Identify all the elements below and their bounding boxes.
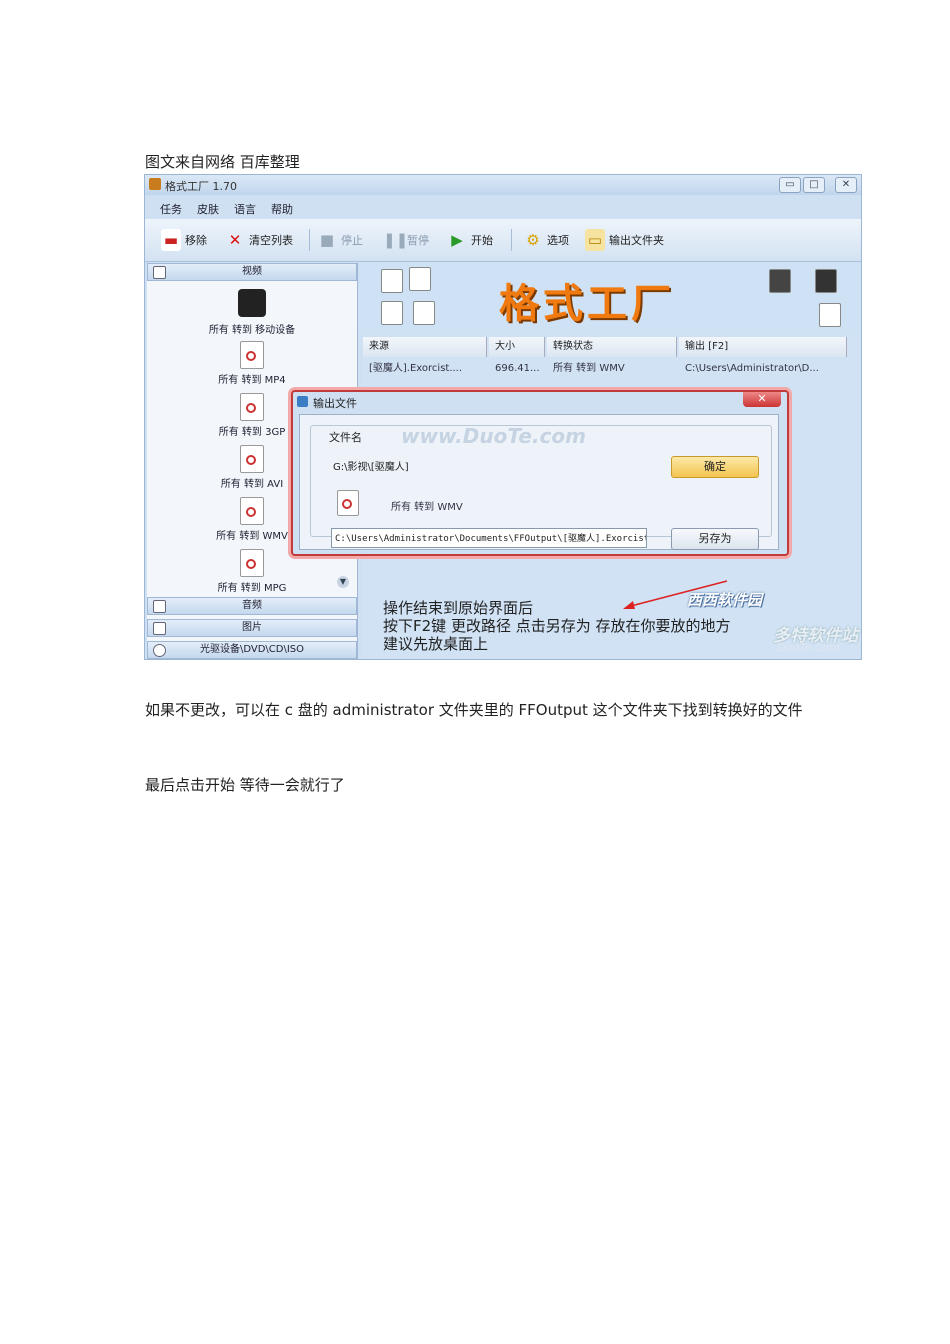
- 3gp-file-icon: [240, 393, 264, 421]
- to-mp4-item[interactable]: 所有 转到 MP4: [187, 341, 317, 386]
- wmv-badge-icon: [413, 301, 435, 325]
- wmv-file-icon: [240, 497, 264, 525]
- output-folder-button[interactable]: ▭ 输出文件夹: [585, 227, 664, 253]
- group-label: 文件名: [327, 429, 364, 445]
- instruction-line: 建议先放桌面上: [383, 635, 489, 653]
- instructions: 操作结束到原始界面后 按下F2键 更改路径 点击另存为 存放在你要放的地方 建议…: [383, 599, 730, 653]
- instruction-line: 按下F2键 更改路径 点击另存为 存放在你要放的地方: [383, 617, 731, 635]
- dialog-body: 文件名 www.DuoTe.com G:\影视\[驱魔人] 所有 转到 WMV …: [299, 414, 779, 550]
- pause-icon: ❚❚: [383, 231, 409, 249]
- output-path-field[interactable]: C:\Users\Administrator\Documents\FFOutpu…: [331, 528, 647, 548]
- window-titlebar: 格式工厂 1.70 ▭ □ ✕: [145, 175, 861, 195]
- paragraph-output-location: 如果不更改，可以在 c 盘的 administrator 文件夹里的 FFOut…: [145, 701, 803, 719]
- clear-list-button[interactable]: ✕ 清空列表: [225, 227, 293, 253]
- folder-icon: ▭: [585, 229, 605, 251]
- format-label: 所有 转到 WMV: [391, 502, 463, 513]
- menu-language[interactable]: 语言: [234, 201, 256, 217]
- gear-icon: ⚙: [526, 231, 540, 249]
- wmv-icon: [337, 490, 359, 516]
- col-source[interactable]: 来源: [363, 337, 487, 357]
- col-size[interactable]: 大小: [489, 337, 545, 357]
- dialog-titlebar: 输出文件 ✕: [293, 392, 787, 412]
- mobile-device-icon: [238, 289, 266, 317]
- dialog-title: 输出文件: [313, 397, 357, 410]
- dialog-close-button[interactable]: ✕: [743, 392, 781, 407]
- video-icon: [153, 266, 166, 279]
- avi-badge-icon: [381, 301, 403, 325]
- 3gp-badge-icon: [409, 267, 431, 291]
- cell-source[interactable]: [驱魔人].Exorcist....: [363, 359, 493, 379]
- mp4-badge-icon: [381, 269, 403, 293]
- stop-icon: ■: [319, 231, 335, 249]
- save-as-button[interactable]: 另存为: [671, 528, 759, 550]
- cell-output: C:\Users\Administrator\D...: [685, 363, 819, 374]
- window-title: 格式工厂 1.70: [165, 180, 237, 193]
- pause-button[interactable]: ❚❚ 暂停: [383, 227, 429, 253]
- app-icon: [149, 178, 161, 190]
- mp4-file-icon: [240, 341, 264, 369]
- menu-bar: 任务 皮肤 语言 帮助: [145, 197, 861, 217]
- play-icon: ▶: [451, 231, 463, 249]
- col-status[interactable]: 转换状态: [547, 337, 677, 357]
- audio-icon: [153, 600, 166, 613]
- banner: 格式工厂: [359, 263, 861, 335]
- avi-file-icon: [240, 445, 264, 473]
- maximize-button[interactable]: □: [803, 177, 825, 193]
- category-video[interactable]: 视频: [147, 263, 357, 281]
- toolbar: ▬ 移除 ✕ 清空列表 ■ 停止 ❚❚ 暂停 ▶ 开始 ⚙ 选项 ▭ 输出文件夹: [145, 219, 861, 262]
- app-logo: 格式工厂: [499, 280, 675, 327]
- ok-button[interactable]: 确定: [671, 456, 759, 478]
- duote-url-watermark: DuoTe.Com: [777, 641, 840, 654]
- remove-icon: ▬: [161, 229, 181, 251]
- cell-size: 696.41...: [495, 363, 540, 374]
- menu-task[interactable]: 任务: [160, 201, 182, 217]
- menu-help[interactable]: 帮助: [271, 201, 293, 217]
- minimize-button[interactable]: ▭: [779, 177, 801, 193]
- x-icon: ✕: [228, 231, 242, 249]
- caption-text: 图文来自网络 百库整理: [145, 153, 300, 171]
- mp4-player-icon: [815, 269, 837, 293]
- format-factory-screenshot: 格式工厂 1.70 ▭ □ ✕ 任务 皮肤 语言 帮助 ▬ 移除 ✕ 清空列表 …: [144, 174, 862, 660]
- disc-icon: [153, 644, 166, 657]
- dvd-icon: [769, 269, 791, 293]
- filename-group: 文件名 www.DuoTe.com G:\影视\[驱魔人] 所有 转到 WMV …: [310, 424, 772, 550]
- mpg-file-icon: [240, 549, 264, 577]
- mp3-icon: [819, 303, 841, 327]
- scroll-down-icon[interactable]: ▼: [337, 576, 349, 588]
- menu-skin[interactable]: 皮肤: [197, 201, 219, 217]
- col-output[interactable]: 输出 [F2]: [679, 337, 847, 357]
- picture-icon: [153, 622, 166, 635]
- stop-button[interactable]: ■ 停止: [317, 227, 363, 253]
- watermark: www.DuoTe.com: [401, 424, 586, 448]
- to-mobile-item[interactable]: 所有 转到 移动设备: [187, 289, 317, 336]
- category-rom-device[interactable]: 光驱设备\DVD\CD\ISO: [147, 641, 357, 659]
- source-path: G:\影视\[驱魔人]: [333, 462, 409, 473]
- start-button[interactable]: ▶ 开始: [447, 227, 493, 253]
- dialog-icon: [297, 396, 308, 407]
- instruction-line: 操作结束到原始界面后: [383, 599, 534, 617]
- options-button[interactable]: ⚙ 选项: [523, 227, 569, 253]
- cnxxx-watermark: 西西软件园: [687, 591, 763, 609]
- category-audio[interactable]: 音频: [147, 597, 357, 615]
- cell-status: 所有 转到 WMV: [553, 363, 625, 374]
- paragraph-final-step: 最后点击开始 等待一会就行了: [145, 776, 345, 794]
- close-button[interactable]: ✕: [835, 177, 857, 193]
- output-file-dialog: 输出文件 ✕ 文件名 www.DuoTe.com G:\影视\[驱魔人] 所有 …: [291, 390, 789, 556]
- category-picture[interactable]: 图片: [147, 619, 357, 637]
- remove-button[interactable]: ▬ 移除: [161, 227, 207, 253]
